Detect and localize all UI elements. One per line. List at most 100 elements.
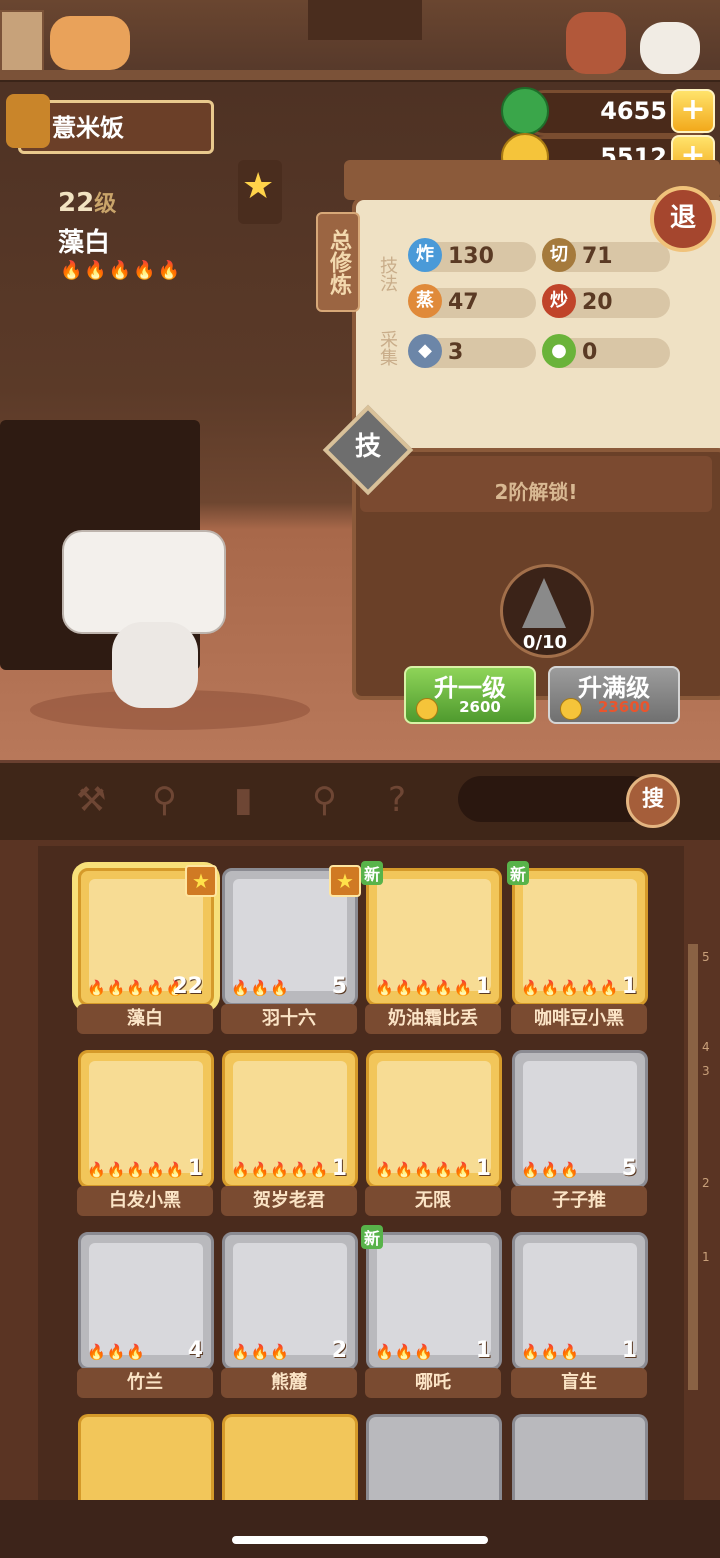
card-level: 5 xyxy=(331,974,347,999)
character-portrait xyxy=(233,1243,347,1355)
character-portrait xyxy=(377,1243,491,1355)
skill-tab-label[interactable]: 技 xyxy=(336,426,400,463)
home-indicator[interactable] xyxy=(232,1536,488,1544)
spatula-icon[interactable]: ⚒ xyxy=(76,780,106,820)
card-flames: 🔥🔥🔥🔥🔥 xyxy=(87,1161,186,1179)
new-badge: 新 xyxy=(507,861,530,885)
character-card[interactable]: 🔥🔥🔥 5 ★ xyxy=(222,865,361,1006)
chef-hat xyxy=(62,530,226,634)
jade-currency: 4655 + xyxy=(501,87,715,136)
card-flames: 🔥🔥🔥🔥🔥 xyxy=(87,979,186,997)
card-name: 子子推 xyxy=(511,1186,647,1216)
character-card[interactable]: 🔥🔥🔥🔥🔥 1 新 xyxy=(361,861,502,1006)
card-name: 竹兰 xyxy=(77,1368,213,1398)
player-name: 薏米饭 xyxy=(52,114,124,142)
ruler-tick-label: 5 xyxy=(702,950,710,964)
card-name: 盲生 xyxy=(511,1368,647,1398)
cut-icon: 切 xyxy=(542,238,576,272)
character-portrait xyxy=(89,1243,203,1355)
character-card-partial[interactable] xyxy=(78,1414,214,1505)
character-portrait xyxy=(377,1061,491,1173)
stat-fish: ◆ 3 xyxy=(408,334,536,368)
card-flames: 🔥🔥🔥🔥🔥 xyxy=(521,979,620,997)
card-flames: 🔥🔥🔥🔥🔥 xyxy=(375,1161,474,1179)
character-flames: 🔥🔥🔥🔥🔥 xyxy=(60,260,183,281)
character-card[interactable]: 🔥🔥🔥 4 xyxy=(78,1232,214,1370)
character-card[interactable]: 🔥🔥🔥 5 xyxy=(512,1050,648,1188)
player-avatar-icon xyxy=(6,94,50,148)
card-level: 1 xyxy=(187,1156,203,1181)
character-portrait xyxy=(523,1061,637,1173)
npc-decor-icon xyxy=(566,12,626,74)
training-tab[interactable]: 总修炼 xyxy=(316,212,360,312)
fry-icon: 炸 xyxy=(408,238,442,272)
star-lamp-icon[interactable]: ★ xyxy=(238,160,282,224)
character-card[interactable]: 🔥🔥🔥🔥🔥 1 xyxy=(78,1050,214,1188)
card-flames: 🔥🔥🔥 xyxy=(521,1343,581,1361)
add-jade-button[interactable]: + xyxy=(671,89,715,133)
ruler-tick-label: 1 xyxy=(702,1250,710,1264)
stat-steam: 蒸 47 xyxy=(408,284,536,318)
jade-icon xyxy=(501,87,549,135)
stat-vegetable: ● 0 xyxy=(542,334,670,368)
character-card[interactable]: 🔥🔥🔥 1 新 xyxy=(361,1225,502,1370)
search-button[interactable]: 搜 xyxy=(626,774,680,828)
card-name: 羽十六 xyxy=(221,1004,357,1034)
exit-button[interactable]: 退 xyxy=(650,186,716,252)
card-name: 无限 xyxy=(365,1186,501,1216)
card-level: 1 xyxy=(475,1338,491,1363)
cabbage-icon: ● xyxy=(542,334,576,368)
character-avatar[interactable] xyxy=(112,622,198,708)
map-question-icon[interactable]: ? xyxy=(388,780,406,820)
card-level: 2 xyxy=(331,1338,347,1363)
stat-cut: 切 71 xyxy=(542,238,670,272)
upgrade-one-button[interactable]: 升一级 2600 xyxy=(404,666,536,724)
card-level: 1 xyxy=(475,1156,491,1181)
meat-icon[interactable]: ⚲ xyxy=(152,780,177,820)
ruler-tick-label: 4 xyxy=(702,1040,710,1054)
cat-decor-icon xyxy=(50,16,130,70)
stat-fry: 炸 130 xyxy=(408,238,536,272)
card-name: 咖啡豆小黑 xyxy=(511,1004,647,1034)
stirfry-icon: 炒 xyxy=(542,284,576,318)
card-name: 熊麓 xyxy=(221,1368,357,1398)
card-flames: 🔥🔥🔥🔥🔥 xyxy=(375,979,474,997)
character-card[interactable]: 🔥🔥🔥🔥🔥 1 新 xyxy=(507,861,648,1006)
card-flames: 🔥🔥🔥 xyxy=(375,1343,435,1361)
new-badge: 新 xyxy=(361,1225,384,1249)
location-pin-icon[interactable]: ⚲ xyxy=(312,780,337,820)
character-card[interactable]: 🔥🔥🔥 1 xyxy=(512,1232,648,1370)
steam-icon: 蒸 xyxy=(408,284,442,318)
character-card-partial[interactable] xyxy=(222,1414,358,1505)
card-level: 1 xyxy=(475,974,491,999)
scroll-ruler[interactable] xyxy=(688,944,698,1390)
character-portrait xyxy=(89,1061,203,1173)
card-name: 白发小黑 xyxy=(77,1186,213,1216)
jar-icon[interactable]: ▮ xyxy=(234,780,253,820)
character-portrait xyxy=(523,879,637,991)
character-card[interactable]: 🔥🔥🔥🔥🔥 1 xyxy=(366,1050,502,1188)
character-portrait xyxy=(377,879,491,991)
card-name: 藻白 xyxy=(77,1004,213,1034)
card-name: 奶油霜比丢 xyxy=(365,1004,501,1034)
technique-label: 技法 xyxy=(377,256,398,292)
character-card-partial[interactable] xyxy=(366,1414,502,1505)
ruler-tick-label: 3 xyxy=(702,1064,710,1078)
dog-decor-icon xyxy=(640,22,700,74)
character-level: 22级 xyxy=(58,188,117,218)
card-flames: 🔥🔥🔥 xyxy=(87,1343,147,1361)
fish-icon: ◆ xyxy=(408,334,442,368)
search-input[interactable] xyxy=(458,776,654,822)
card-level: 22 xyxy=(172,974,203,999)
character-card[interactable]: 🔥🔥🔥🔥🔥 1 xyxy=(222,1050,358,1188)
character-portrait xyxy=(523,1243,637,1355)
gather-label: 采集 xyxy=(377,330,398,366)
card-level: 1 xyxy=(621,974,637,999)
portrait-frame-icon xyxy=(308,0,422,40)
card-level: 1 xyxy=(331,1156,347,1181)
character-card[interactable]: 🔥🔥🔥🔥🔥 22 ★ xyxy=(78,865,217,1006)
character-card[interactable]: 🔥🔥🔥 2 xyxy=(222,1232,358,1370)
upgrade-max-button[interactable]: 升满级 23600 xyxy=(548,666,680,724)
character-card-partial[interactable] xyxy=(512,1414,648,1505)
star-badge-icon: ★ xyxy=(329,865,361,897)
